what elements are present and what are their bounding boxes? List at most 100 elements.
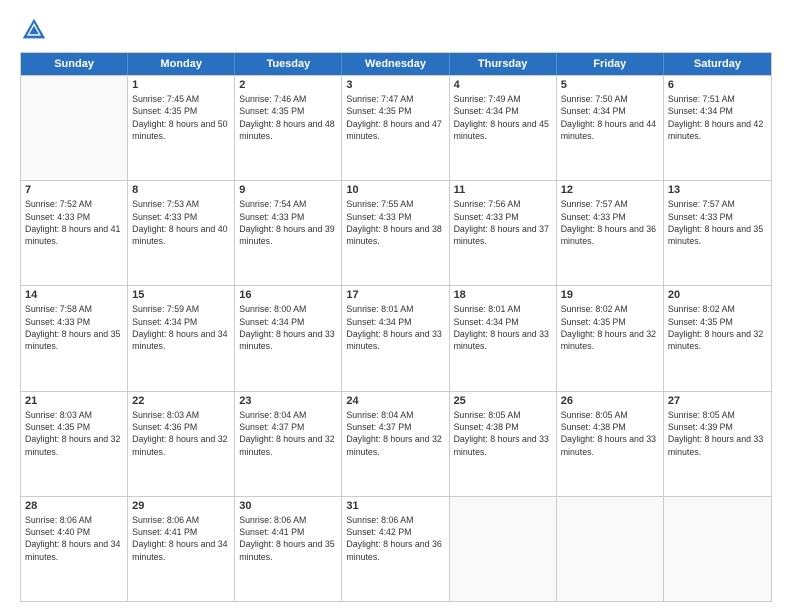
calendar-row: 28 Sunrise: 8:06 AMSunset: 4:40 PMDayligh… [21, 496, 771, 601]
weekday-header: Monday [128, 53, 235, 75]
cell-info: Sunrise: 7:54 AMSunset: 4:33 PMDaylight:… [239, 198, 337, 247]
day-number: 4 [454, 79, 552, 91]
calendar: SundayMondayTuesdayWednesdayThursdayFrid… [20, 52, 772, 602]
calendar-cell: 31Sunrise: 8:06 AMSunset: 4:42 PMDayligh… [342, 497, 449, 601]
calendar-cell: 12 Sunrise: 7:57 AMSunset: 4:33 PMDayligh… [557, 181, 664, 285]
day-number: 7 [25, 184, 123, 196]
calendar-cell: 5 Sunrise: 7:50 AMSunset: 4:34 PMDaylight… [557, 76, 664, 180]
calendar-cell: 7 Sunrise: 7:52 AMSunset: 4:33 PMDaylight… [21, 181, 128, 285]
cell-info: Sunrise: 8:05 AMSunset: 4:38 PMDaylight:… [454, 409, 552, 458]
calendar-cell: 14 Sunrise: 7:58 AMSunset: 4:33 PMDayligh… [21, 286, 128, 390]
calendar-cell: 16Sunrise: 8:00 AMSunset: 4:34 PMDayligh… [235, 286, 342, 390]
calendar-row: 7 Sunrise: 7:52 AMSunset: 4:33 PMDaylight… [21, 180, 771, 285]
calendar-cell: 30 Sunrise: 8:06 AMSunset: 4:41 PMDayligh… [235, 497, 342, 601]
day-number: 29 [132, 500, 230, 512]
calendar-cell: 27Sunrise: 8:05 AMSunset: 4:39 PMDayligh… [664, 392, 771, 496]
day-number: 13 [668, 184, 767, 196]
calendar-cell: 4 Sunrise: 7:49 AMSunset: 4:34 PMDaylight… [450, 76, 557, 180]
cell-info: Sunrise: 8:03 AMSunset: 4:35 PMDaylight:… [25, 409, 123, 458]
logo [20, 16, 51, 44]
calendar-cell [664, 497, 771, 601]
calendar-cell: 13 Sunrise: 7:57 AMSunset: 4:33 PMDayligh… [664, 181, 771, 285]
calendar-row: 1 Sunrise: 7:45 AMSunset: 4:35 PMDaylight… [21, 75, 771, 180]
calendar-row: 14 Sunrise: 7:58 AMSunset: 4:33 PMDayligh… [21, 285, 771, 390]
calendar-header: SundayMondayTuesdayWednesdayThursdayFrid… [21, 53, 771, 75]
calendar-cell: 19 Sunrise: 8:02 AMSunset: 4:35 PMDayligh… [557, 286, 664, 390]
calendar-cell: 25 Sunrise: 8:05 AMSunset: 4:38 PMDayligh… [450, 392, 557, 496]
calendar-cell: 8Sunrise: 7:53 AMSunset: 4:33 PMDaylight… [128, 181, 235, 285]
cell-info: Sunrise: 7:45 AMSunset: 4:35 PMDaylight:… [132, 93, 230, 142]
weekday-header: Sunday [21, 53, 128, 75]
day-number: 30 [239, 500, 337, 512]
cell-info: Sunrise: 7:57 AMSunset: 4:33 PMDaylight:… [561, 198, 659, 247]
calendar-cell: 6Sunrise: 7:51 AMSunset: 4:34 PMDaylight… [664, 76, 771, 180]
cell-info: Sunrise: 7:52 AMSunset: 4:33 PMDaylight:… [25, 198, 123, 247]
cell-info: Sunrise: 7:55 AMSunset: 4:33 PMDaylight:… [346, 198, 444, 247]
day-number: 25 [454, 395, 552, 407]
calendar-cell [557, 497, 664, 601]
day-number: 18 [454, 289, 552, 301]
cell-info: Sunrise: 8:00 AMSunset: 4:34 PMDaylight:… [239, 303, 337, 352]
weekday-header: Tuesday [235, 53, 342, 75]
day-number: 14 [25, 289, 123, 301]
cell-info: Sunrise: 8:01 AMSunset: 4:34 PMDaylight:… [454, 303, 552, 352]
day-number: 27 [668, 395, 767, 407]
calendar-cell: 24 Sunrise: 8:04 AMSunset: 4:37 PMDayligh… [342, 392, 449, 496]
calendar-cell: 17Sunrise: 8:01 AMSunset: 4:34 PMDayligh… [342, 286, 449, 390]
day-number: 5 [561, 79, 659, 91]
calendar-cell: 3 Sunrise: 7:47 AMSunset: 4:35 PMDaylight… [342, 76, 449, 180]
day-number: 10 [346, 184, 444, 196]
calendar-cell: 21 Sunrise: 8:03 AMSunset: 4:35 PMDayligh… [21, 392, 128, 496]
day-number: 20 [668, 289, 767, 301]
cell-info: Sunrise: 8:06 AMSunset: 4:40 PMDaylight:… [25, 514, 123, 563]
day-number: 12 [561, 184, 659, 196]
calendar-cell: 29Sunrise: 8:06 AMSunset: 4:41 PMDayligh… [128, 497, 235, 601]
cell-info: Sunrise: 8:04 AMSunset: 4:37 PMDaylight:… [346, 409, 444, 458]
calendar-cell [450, 497, 557, 601]
calendar-cell: 23Sunrise: 8:04 AMSunset: 4:37 PMDayligh… [235, 392, 342, 496]
calendar-cell: 22 Sunrise: 8:03 AMSunset: 4:36 PMDayligh… [128, 392, 235, 496]
cell-info: Sunrise: 7:57 AMSunset: 4:33 PMDaylight:… [668, 198, 767, 247]
cell-info: Sunrise: 7:49 AMSunset: 4:34 PMDaylight:… [454, 93, 552, 142]
cell-info: Sunrise: 7:47 AMSunset: 4:35 PMDaylight:… [346, 93, 444, 142]
day-number: 28 [25, 500, 123, 512]
calendar-cell: 26Sunrise: 8:05 AMSunset: 4:38 PMDayligh… [557, 392, 664, 496]
cell-info: Sunrise: 8:05 AMSunset: 4:38 PMDaylight:… [561, 409, 659, 458]
calendar-body: 1 Sunrise: 7:45 AMSunset: 4:35 PMDaylight… [21, 75, 771, 601]
cell-info: Sunrise: 8:06 AMSunset: 4:42 PMDaylight:… [346, 514, 444, 563]
calendar-cell: 28 Sunrise: 8:06 AMSunset: 4:40 PMDayligh… [21, 497, 128, 601]
day-number: 2 [239, 79, 337, 91]
cell-info: Sunrise: 8:01 AMSunset: 4:34 PMDaylight:… [346, 303, 444, 352]
weekday-header: Friday [557, 53, 664, 75]
page: SundayMondayTuesdayWednesdayThursdayFrid… [0, 0, 792, 612]
day-number: 24 [346, 395, 444, 407]
day-number: 15 [132, 289, 230, 301]
day-number: 6 [668, 79, 767, 91]
day-number: 11 [454, 184, 552, 196]
cell-info: Sunrise: 7:58 AMSunset: 4:33 PMDaylight:… [25, 303, 123, 352]
weekday-header: Saturday [664, 53, 771, 75]
calendar-cell: 1 Sunrise: 7:45 AMSunset: 4:35 PMDaylight… [128, 76, 235, 180]
day-number: 8 [132, 184, 230, 196]
weekday-header: Wednesday [342, 53, 449, 75]
calendar-cell [21, 76, 128, 180]
logo-icon [20, 16, 48, 44]
day-number: 3 [346, 79, 444, 91]
cell-info: Sunrise: 7:59 AMSunset: 4:34 PMDaylight:… [132, 303, 230, 352]
day-number: 22 [132, 395, 230, 407]
cell-info: Sunrise: 8:02 AMSunset: 4:35 PMDaylight:… [561, 303, 659, 352]
calendar-cell: 9 Sunrise: 7:54 AMSunset: 4:33 PMDaylight… [235, 181, 342, 285]
cell-info: Sunrise: 8:06 AMSunset: 4:41 PMDaylight:… [239, 514, 337, 563]
day-number: 9 [239, 184, 337, 196]
header [20, 16, 772, 44]
cell-info: Sunrise: 7:46 AMSunset: 4:35 PMDaylight:… [239, 93, 337, 142]
day-number: 21 [25, 395, 123, 407]
day-number: 1 [132, 79, 230, 91]
day-number: 19 [561, 289, 659, 301]
cell-info: Sunrise: 7:50 AMSunset: 4:34 PMDaylight:… [561, 93, 659, 142]
weekday-header: Thursday [450, 53, 557, 75]
cell-info: Sunrise: 8:03 AMSunset: 4:36 PMDaylight:… [132, 409, 230, 458]
day-number: 23 [239, 395, 337, 407]
calendar-cell: 2 Sunrise: 7:46 AMSunset: 4:35 PMDaylight… [235, 76, 342, 180]
calendar-cell: 18 Sunrise: 8:01 AMSunset: 4:34 PMDayligh… [450, 286, 557, 390]
